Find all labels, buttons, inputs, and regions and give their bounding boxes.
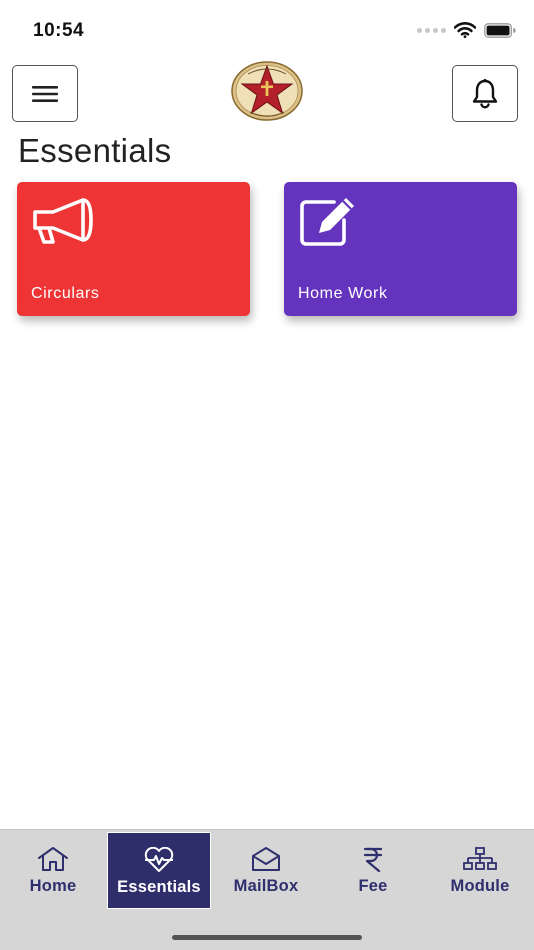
cellular-signal-icon [417, 27, 446, 33]
sitemap-icon [463, 847, 497, 870]
circulars-label: Circulars [31, 285, 100, 302]
nav-label-essentials: Essentials [117, 878, 201, 896]
nav-label-mailbox: MailBox [233, 877, 299, 895]
app-header [0, 60, 534, 130]
battery-icon [484, 22, 516, 38]
bell-icon [472, 78, 498, 108]
nav-label-module: Module [450, 877, 510, 895]
notifications-button[interactable] [452, 65, 518, 122]
nav-label-home: Home [29, 877, 77, 895]
status-time: 10:54 [33, 20, 85, 41]
status-bar: 10:54 [0, 0, 534, 60]
nav-item-module[interactable]: Module [428, 832, 532, 909]
rupee-icon [363, 847, 383, 872]
bottom-navigation: Home Essentials MailBox Fee Module [0, 829, 534, 950]
homework-card[interactable]: Home Work [284, 182, 517, 316]
nav-label-fee: Fee [358, 877, 388, 895]
wifi-icon [454, 22, 476, 38]
nav-item-essentials[interactable]: Essentials [107, 832, 211, 909]
school-crest-logo [231, 61, 303, 121]
nav-item-mailbox[interactable]: MailBox [214, 832, 318, 909]
envelope-icon [252, 847, 280, 871]
circulars-card[interactable]: Circulars [17, 182, 250, 316]
page-title: Essentials [18, 132, 172, 169]
nav-item-home[interactable]: Home [1, 832, 105, 909]
menu-button[interactable] [12, 65, 78, 122]
hamburger-menu-icon [32, 85, 58, 102]
status-icons [417, 22, 516, 38]
home-indicator [172, 935, 362, 940]
nav-item-fee[interactable]: Fee [321, 832, 425, 909]
heartbeat-icon [144, 847, 174, 872]
megaphone-icon [33, 198, 93, 244]
homework-label: Home Work [298, 285, 388, 302]
home-icon [38, 847, 68, 871]
edit-icon [300, 198, 354, 246]
